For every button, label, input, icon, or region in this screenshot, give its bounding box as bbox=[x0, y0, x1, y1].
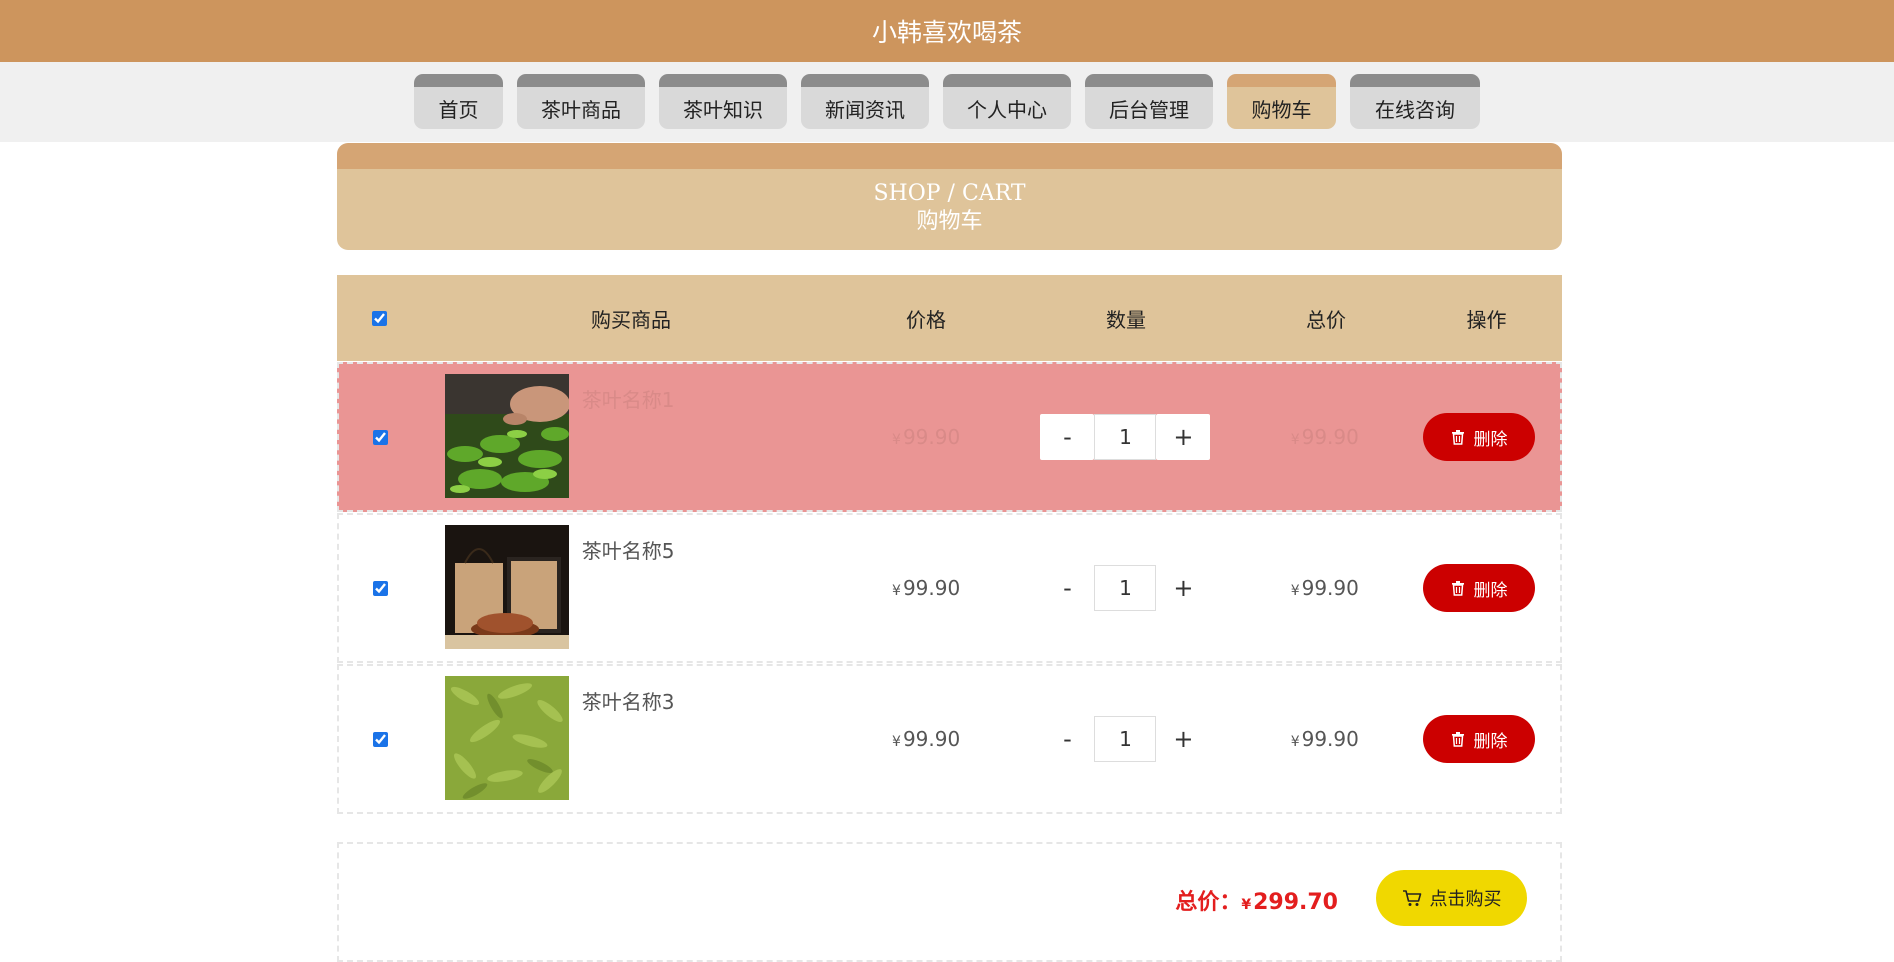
row-checkbox[interactable] bbox=[373, 429, 389, 445]
main-nav: 首页 茶叶商品 茶叶知识 新闻资讯 个人中心 后台管理 购物车 在线咨询 bbox=[0, 62, 1894, 142]
header-operation: 操作 bbox=[1466, 307, 1507, 332]
quantity-stepper: - + bbox=[1011, 716, 1240, 762]
table-header: 购买商品 价格 数量 总价 操作 bbox=[337, 275, 1562, 361]
nav-item-news[interactable]: 新闻资讯 bbox=[801, 74, 929, 129]
price-cell: ¥99.90 bbox=[892, 576, 961, 600]
product-name[interactable]: 茶叶名称1 bbox=[582, 384, 675, 413]
delete-button[interactable]: 删除 bbox=[1422, 715, 1535, 763]
table-row: 茶叶名称1 ¥99.90 - + ¥99.90 删除 bbox=[337, 362, 1562, 512]
nav-item-tea-knowledge[interactable]: 茶叶知识 bbox=[659, 74, 787, 129]
table-row: 茶叶名称3 ¥99.90 - + ¥99.90 删除 bbox=[337, 664, 1562, 814]
trash-icon bbox=[1451, 430, 1464, 445]
price-cell: ¥99.90 bbox=[892, 425, 961, 449]
quantity-stepper: - + bbox=[1011, 565, 1240, 611]
total-cell: ¥99.90 bbox=[1290, 727, 1359, 751]
quantity-input[interactable] bbox=[1094, 716, 1157, 762]
delete-button[interactable]: 删除 bbox=[1422, 564, 1535, 612]
trash-icon bbox=[1451, 581, 1464, 596]
quantity-input[interactable] bbox=[1094, 565, 1157, 611]
site-title: 小韩喜欢喝茶 bbox=[871, 18, 1022, 47]
total-cell: ¥99.90 bbox=[1290, 425, 1359, 449]
quantity-input[interactable] bbox=[1094, 414, 1157, 460]
row-checkbox[interactable] bbox=[373, 731, 389, 747]
price-cell: ¥99.90 bbox=[892, 727, 961, 751]
total-cell: ¥99.90 bbox=[1290, 576, 1359, 600]
increase-button[interactable]: + bbox=[1156, 414, 1211, 460]
header-price: 价格 bbox=[906, 307, 946, 332]
table-row: 茶叶名称5 ¥99.90 - + ¥99.90 删除 bbox=[337, 513, 1562, 663]
quantity-stepper: - + bbox=[1011, 414, 1240, 460]
nav-item-cart[interactable]: 购物车 bbox=[1227, 74, 1336, 129]
row-checkbox[interactable] bbox=[373, 580, 389, 596]
nav-item-personal-center[interactable]: 个人中心 bbox=[943, 74, 1071, 129]
cart-table: 购买商品 价格 数量 总价 操作 茶叶名称1 ¥ 99.90 - 1 + ¥ 9… bbox=[337, 275, 1562, 814]
increase-button[interactable]: + bbox=[1156, 565, 1210, 611]
trash-icon bbox=[1451, 732, 1464, 747]
select-all-checkbox[interactable] bbox=[371, 310, 387, 326]
product-image-tea-giftbox[interactable] bbox=[444, 525, 569, 649]
banner-title-en: SHOP / CART bbox=[873, 181, 1026, 206]
header-total: 总价 bbox=[1306, 307, 1346, 332]
header-quantity: 数量 bbox=[1106, 307, 1146, 332]
buy-button[interactable]: 点击购买 bbox=[1376, 870, 1527, 926]
nav-item-online-consult[interactable]: 在线咨询 bbox=[1350, 74, 1480, 129]
cart-icon bbox=[1402, 890, 1421, 906]
banner-title-zh: 购物车 bbox=[916, 209, 983, 234]
increase-button[interactable]: + bbox=[1156, 716, 1210, 762]
page-banner: SHOP / CART 购物车 bbox=[337, 143, 1562, 250]
product-name[interactable]: 茶叶名称5 bbox=[582, 535, 675, 564]
product-image-tea-picking[interactable] bbox=[444, 374, 569, 498]
nav-item-home[interactable]: 首页 bbox=[414, 74, 503, 129]
decrease-button[interactable]: - bbox=[1040, 565, 1094, 611]
product-name[interactable]: 茶叶名称3 bbox=[582, 686, 675, 715]
nav-item-admin[interactable]: 后台管理 bbox=[1085, 74, 1213, 129]
cart-summary: 总价：¥299.70 点击购买 bbox=[337, 842, 1562, 962]
header-product: 购买商品 bbox=[591, 307, 671, 332]
decrease-button[interactable]: - bbox=[1040, 414, 1095, 460]
grand-total: 总价：¥299.70 bbox=[1175, 890, 1338, 915]
product-image-tea-leaves[interactable] bbox=[444, 676, 569, 800]
nav-item-tea-products[interactable]: 茶叶商品 bbox=[517, 74, 645, 129]
site-header: 小韩喜欢喝茶 bbox=[0, 0, 1894, 62]
delete-button[interactable]: 删除 bbox=[1422, 413, 1535, 461]
decrease-button[interactable]: - bbox=[1040, 716, 1094, 762]
